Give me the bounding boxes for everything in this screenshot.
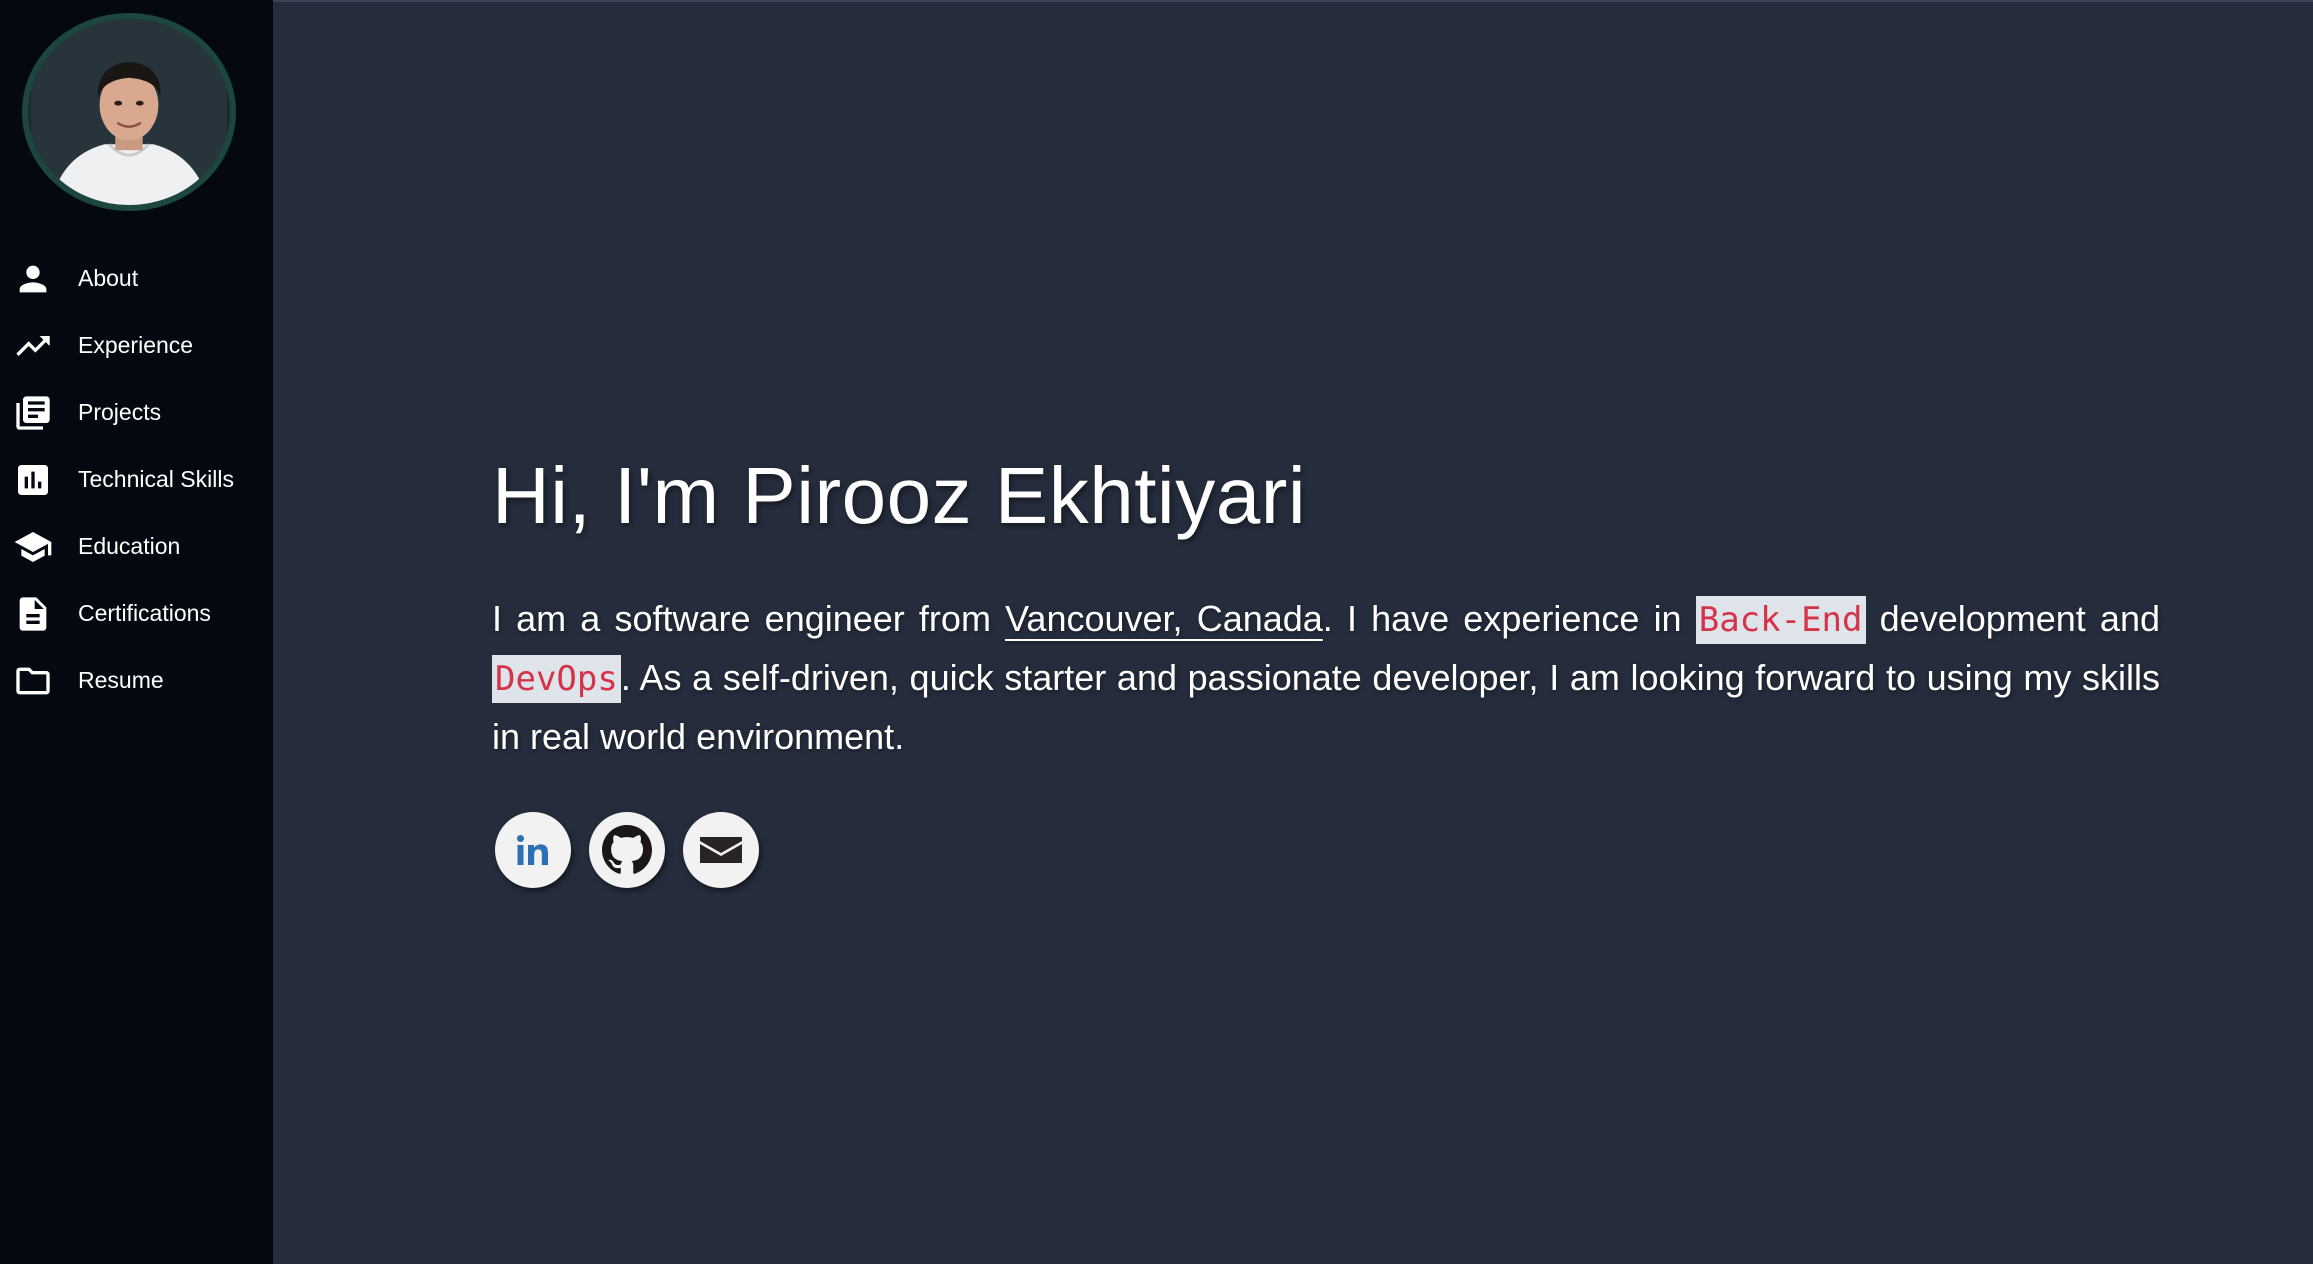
trending-up-icon [12, 325, 54, 367]
github-button[interactable] [589, 812, 665, 888]
profile-photo [31, 19, 227, 205]
document-icon [12, 593, 54, 635]
sidebar-item-label: About [78, 265, 139, 291]
main-content: Hi, I'm Pirooz Ekhtiyari I am a software… [273, 0, 2313, 1264]
email-icon [700, 837, 742, 863]
sidebar-item-experience[interactable]: Experience [0, 312, 273, 379]
avatar[interactable] [22, 13, 236, 211]
skill-tag-backend: Back-End [1695, 596, 1866, 644]
person-icon [12, 258, 54, 300]
bar-chart-icon [12, 459, 54, 501]
intro-text: I am a software engineer from [492, 598, 1006, 639]
library-books-icon [12, 392, 54, 434]
skill-tag-devops: DevOps [492, 655, 621, 703]
linkedin-icon [517, 835, 548, 865]
sidebar-item-technical-skills[interactable]: Technical Skills [0, 446, 273, 513]
sidebar-item-label: Resume [78, 667, 164, 693]
social-links [495, 812, 777, 888]
github-icon [602, 825, 652, 874]
sidebar-item-projects[interactable]: Projects [0, 379, 273, 446]
sidebar-item-label: Education [78, 533, 181, 559]
school-icon [12, 526, 54, 568]
intro-text: . I have experience in [1322, 598, 1696, 639]
sidebar-nav: About Experience Projects Technical Skil… [0, 245, 273, 714]
intro-text: . As a self-driven, quick starter and pa… [492, 657, 2160, 757]
sidebar-item-label: Experience [78, 332, 194, 358]
sidebar-item-resume[interactable]: Resume [0, 647, 273, 714]
sidebar-item-label: Technical Skills [78, 466, 234, 492]
location-link[interactable]: Vancouver, Canada [1005, 598, 1323, 639]
sidebar-item-label: Projects [78, 399, 162, 425]
sidebar-item-certifications[interactable]: Certifications [0, 580, 273, 647]
sidebar-item-education[interactable]: Education [0, 513, 273, 580]
sidebar-item-label: Certifications [78, 600, 211, 626]
page-title: Hi, I'm Pirooz Ekhtiyari [492, 451, 1307, 540]
intro-paragraph: I am a software engineer from Vancouver,… [492, 590, 2160, 765]
linkedin-button[interactable] [495, 812, 571, 888]
intro-text: development and [1865, 598, 2160, 639]
sidebar: About Experience Projects Technical Skil… [0, 0, 273, 1264]
sidebar-item-about[interactable]: About [0, 245, 273, 312]
folder-icon [12, 660, 54, 702]
email-button[interactable] [683, 812, 759, 888]
